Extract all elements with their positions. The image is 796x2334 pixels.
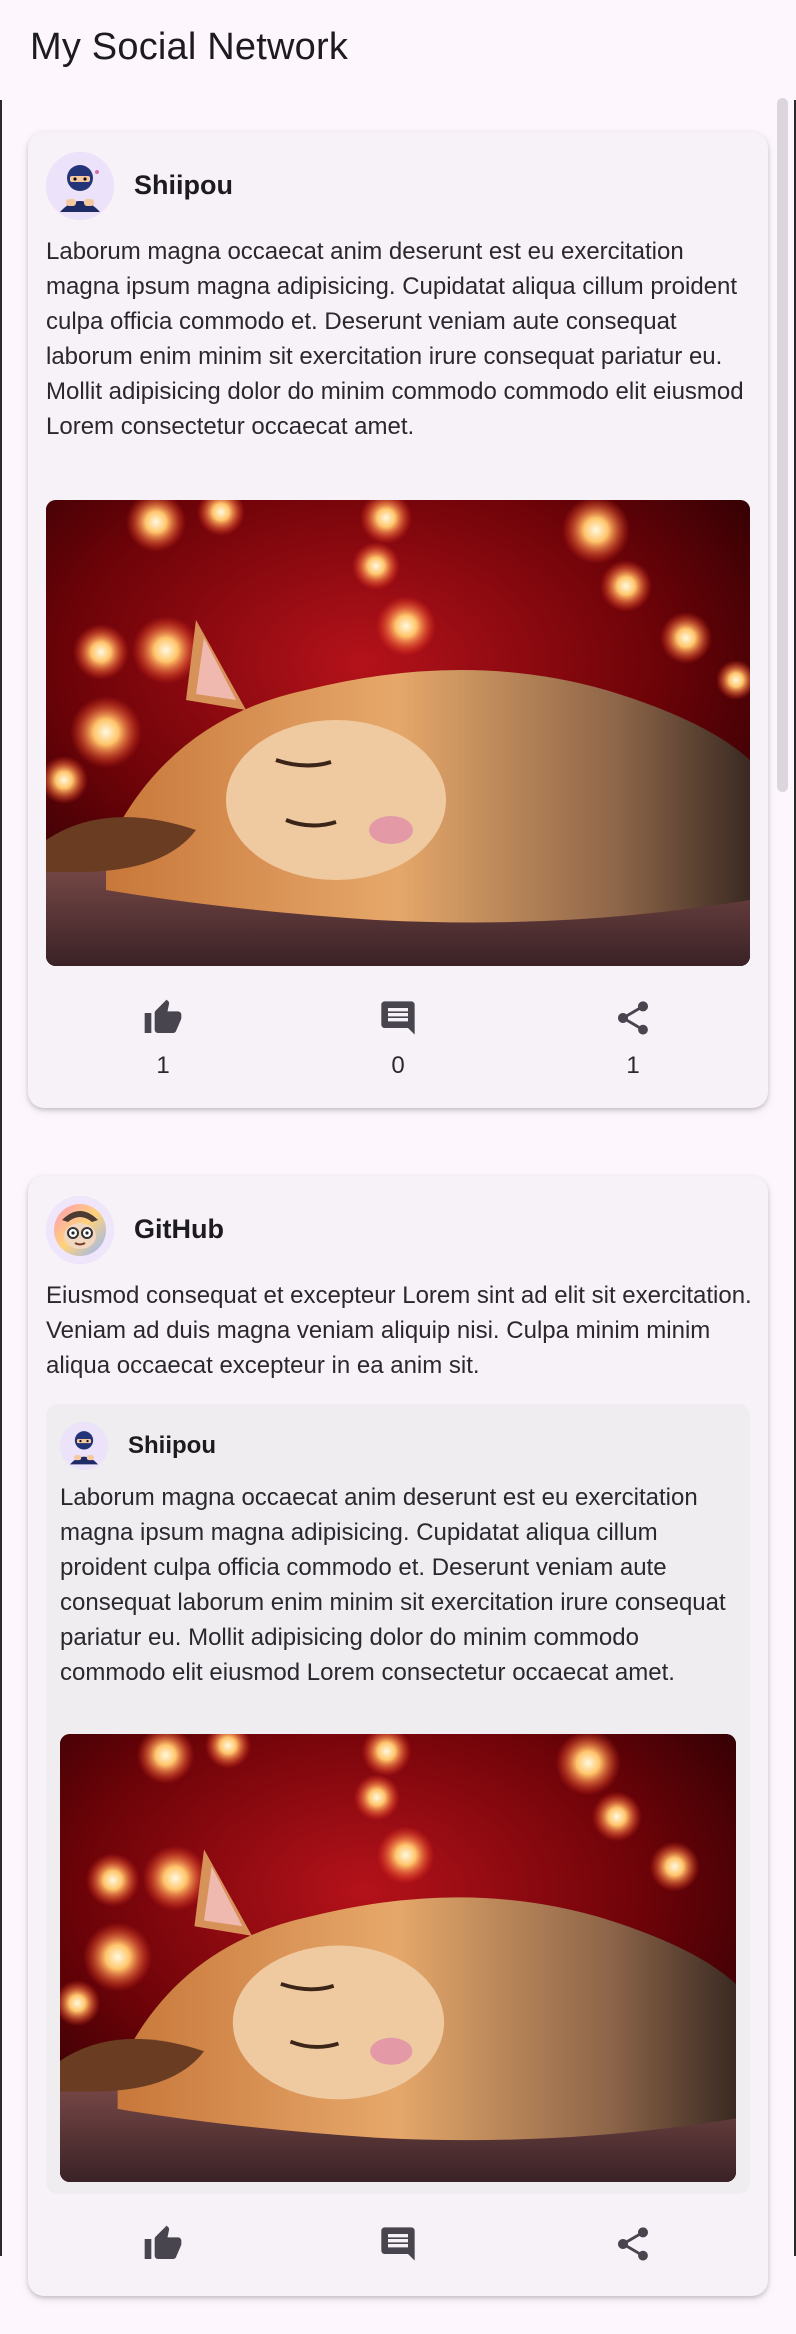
quoted-post-image[interactable] xyxy=(60,1734,736,2182)
post-author[interactable]: Shiipou xyxy=(134,170,233,201)
post-header[interactable]: GitHub xyxy=(46,1196,746,1264)
like-count: 1 xyxy=(156,1052,170,1079)
post-header[interactable]: Shiipou xyxy=(46,152,746,220)
thumb-up-icon xyxy=(144,2225,182,2259)
post-text: Eiusmod consequat et excepteur Lorem sin… xyxy=(46,1282,752,1379)
share-icon xyxy=(618,1001,648,1035)
post-image[interactable] xyxy=(46,500,750,966)
octocat-avatar[interactable] xyxy=(46,1196,114,1264)
ninja-avatar[interactable] xyxy=(46,152,114,220)
post-actions: 1 0 1 xyxy=(28,998,768,1108)
app-bar: My Social Network xyxy=(0,0,796,100)
like-button[interactable]: 1 xyxy=(83,998,243,1098)
post-text: Laborum magna occaecat anim deserunt est… xyxy=(46,238,744,440)
scrollbar-thumb[interactable] xyxy=(777,98,788,792)
share-icon xyxy=(618,2227,648,2261)
quoted-post[interactable]: Shiipou Laborum magna occaecat anim dese… xyxy=(46,1404,750,2194)
share-count: 1 xyxy=(626,1052,640,1079)
ninja-avatar[interactable] xyxy=(60,1422,108,1470)
share-button[interactable] xyxy=(553,2224,713,2324)
app-title: My Social Network xyxy=(30,26,349,68)
post-card: GitHub Eiusmod consequat et excepteur Lo… xyxy=(28,1176,768,2296)
quoted-post-text: Laborum magna occaecat anim deserunt est… xyxy=(60,1484,726,1686)
post-card: Shiipou Laborum magna occaecat anim dese… xyxy=(28,132,768,1108)
post-author[interactable]: GitHub xyxy=(134,1214,224,1245)
share-button[interactable]: 1 xyxy=(553,998,713,1098)
comment-icon xyxy=(381,2227,415,2261)
quoted-post-header[interactable]: Shiipou xyxy=(60,1422,760,1470)
quoted-post-author[interactable]: Shiipou xyxy=(128,1432,216,1460)
thumb-up-icon xyxy=(144,999,182,1033)
comment-count: 0 xyxy=(391,1052,405,1079)
comment-button[interactable] xyxy=(318,2224,478,2324)
window-border-left xyxy=(0,0,2,2256)
post-actions xyxy=(28,2224,768,2334)
like-button[interactable] xyxy=(83,2224,243,2324)
comment-icon xyxy=(381,1001,415,1035)
comment-button[interactable]: 0 xyxy=(318,998,478,1098)
